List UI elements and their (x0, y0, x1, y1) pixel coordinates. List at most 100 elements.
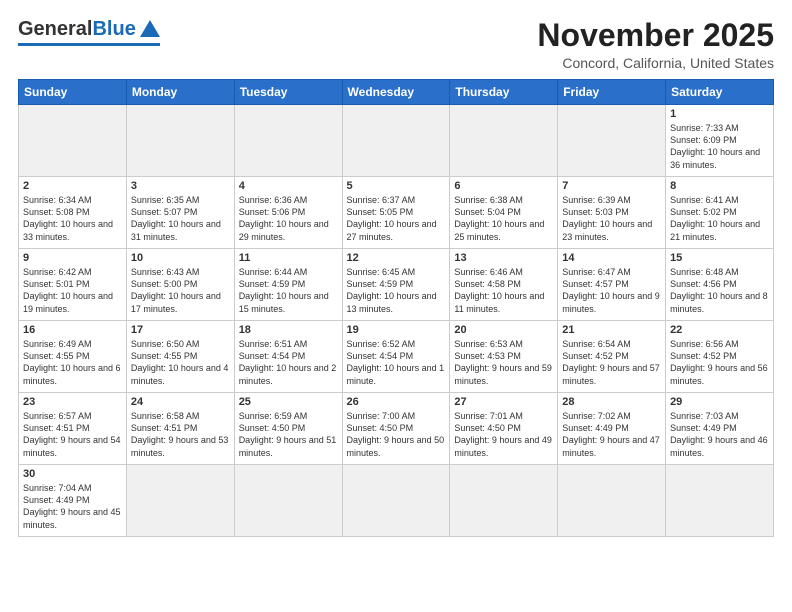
day-number: 5 (347, 180, 446, 192)
calendar-cell (234, 105, 342, 177)
calendar-cell: 4Sunrise: 6:36 AM Sunset: 5:06 PM Daylig… (234, 177, 342, 249)
day-number: 7 (562, 180, 661, 192)
day-info: Sunrise: 6:34 AM Sunset: 5:08 PM Dayligh… (23, 194, 122, 243)
calendar-cell (19, 105, 127, 177)
title-area: November 2025 Concord, California, Unite… (537, 18, 774, 71)
header-area: General Blue November 2025 Concord, Cali… (18, 18, 774, 71)
day-number: 30 (23, 468, 122, 480)
day-info: Sunrise: 6:35 AM Sunset: 5:07 PM Dayligh… (131, 194, 230, 243)
calendar-cell: 29 Sunrise: 7:03 AM Sunset: 4:49 PM Dayli… (666, 393, 774, 465)
calendar-cell: 11Sunrise: 6:44 AM Sunset: 4:59 PM Dayli… (234, 249, 342, 321)
calendar-cell: 22Sunrise: 6:56 AM Sunset: 4:52 PM Dayli… (666, 321, 774, 393)
calendar-cell: 18 Sunrise: 6:51 AM Sunset: 4:54 PM Dayli… (234, 321, 342, 393)
day-info: Sunrise: 7:01 AM Sunset: 4:50 PM Dayligh… (454, 410, 553, 459)
calendar-cell (234, 465, 342, 537)
page: General Blue November 2025 Concord, Cali… (0, 0, 792, 612)
calendar-week-4: 16Sunrise: 6:49 AM Sunset: 4:55 PM Dayli… (19, 321, 774, 393)
calendar-week-3: 9Sunrise: 6:42 AM Sunset: 5:01 PM Daylig… (19, 249, 774, 321)
day-info: Sunrise: 6:39 AM Sunset: 5:03 PM Dayligh… (562, 194, 661, 243)
day-info: Sunrise: 6:41 AM Sunset: 5:02 PM Dayligh… (670, 194, 769, 243)
calendar-cell: 12Sunrise: 6:45 AM Sunset: 4:59 PM Dayli… (342, 249, 450, 321)
day-info: Sunrise: 6:58 AM Sunset: 4:51 PM Dayligh… (131, 410, 230, 459)
day-number: 13 (454, 252, 553, 264)
day-number: 18 (239, 324, 338, 336)
calendar-header-friday: Friday (558, 80, 666, 105)
day-info: Sunrise: 6:52 AM Sunset: 4:54 PM Dayligh… (347, 338, 446, 387)
day-number: 2 (23, 180, 122, 192)
day-number: 1 (670, 108, 769, 120)
calendar-header-sunday: Sunday (19, 80, 127, 105)
calendar-header-monday: Monday (126, 80, 234, 105)
day-number: 17 (131, 324, 230, 336)
day-number: 12 (347, 252, 446, 264)
day-number: 27 (454, 396, 553, 408)
day-number: 24 (131, 396, 230, 408)
day-info: Sunrise: 6:57 AM Sunset: 4:51 PM Dayligh… (23, 410, 122, 459)
calendar-cell: 15 Sunrise: 6:48 AM Sunset: 4:56 PM Dayli… (666, 249, 774, 321)
day-info: Sunrise: 6:53 AM Sunset: 4:53 PM Dayligh… (454, 338, 553, 387)
calendar-cell: 13Sunrise: 6:46 AM Sunset: 4:58 PM Dayli… (450, 249, 558, 321)
day-info: Sunrise: 6:37 AM Sunset: 5:05 PM Dayligh… (347, 194, 446, 243)
calendar-cell (126, 465, 234, 537)
calendar-cell: 30 Sunrise: 7:04 AM Sunset: 4:49 PM Dayli… (19, 465, 127, 537)
day-info: Sunrise: 6:36 AM Sunset: 5:06 PM Dayligh… (239, 194, 338, 243)
calendar-cell: 8Sunrise: 6:41 AM Sunset: 5:02 PM Daylig… (666, 177, 774, 249)
day-number: 26 (347, 396, 446, 408)
calendar-cell: 1Sunrise: 7:33 AM Sunset: 6:09 PM Daylig… (666, 105, 774, 177)
calendar-week-6: 30 Sunrise: 7:04 AM Sunset: 4:49 PM Dayli… (19, 465, 774, 537)
location: Concord, California, United States (537, 55, 774, 71)
day-info: Sunrise: 6:50 AM Sunset: 4:55 PM Dayligh… (131, 338, 230, 387)
calendar-cell: 7 Sunrise: 6:39 AM Sunset: 5:03 PM Daylig… (558, 177, 666, 249)
calendar-cell (342, 105, 450, 177)
calendar-header-row: SundayMondayTuesdayWednesdayThursdayFrid… (19, 80, 774, 105)
day-info: Sunrise: 6:38 AM Sunset: 5:04 PM Dayligh… (454, 194, 553, 243)
day-info: Sunrise: 7:03 AM Sunset: 4:49 PM Dayligh… (670, 410, 769, 459)
day-number: 23 (23, 396, 122, 408)
calendar-cell: 6 Sunrise: 6:38 AM Sunset: 5:04 PM Daylig… (450, 177, 558, 249)
calendar-header-saturday: Saturday (666, 80, 774, 105)
day-info: Sunrise: 6:44 AM Sunset: 4:59 PM Dayligh… (239, 266, 338, 315)
logo-triangle-icon (140, 20, 160, 37)
calendar-week-5: 23 Sunrise: 6:57 AM Sunset: 4:51 PM Dayli… (19, 393, 774, 465)
calendar-cell: 19 Sunrise: 6:52 AM Sunset: 4:54 PM Dayli… (342, 321, 450, 393)
calendar-cell: 21Sunrise: 6:54 AM Sunset: 4:52 PM Dayli… (558, 321, 666, 393)
day-number: 3 (131, 180, 230, 192)
calendar-week-2: 2 Sunrise: 6:34 AM Sunset: 5:08 PM Daylig… (19, 177, 774, 249)
calendar-week-1: 1Sunrise: 7:33 AM Sunset: 6:09 PM Daylig… (19, 105, 774, 177)
calendar-cell: 2 Sunrise: 6:34 AM Sunset: 5:08 PM Daylig… (19, 177, 127, 249)
day-info: Sunrise: 6:47 AM Sunset: 4:57 PM Dayligh… (562, 266, 661, 315)
logo-text: General Blue (18, 18, 160, 41)
calendar-cell: 10 Sunrise: 6:43 AM Sunset: 5:00 PM Dayli… (126, 249, 234, 321)
day-number: 28 (562, 396, 661, 408)
day-info: Sunrise: 6:42 AM Sunset: 5:01 PM Dayligh… (23, 266, 122, 315)
calendar-cell: 24 Sunrise: 6:58 AM Sunset: 4:51 PM Dayli… (126, 393, 234, 465)
logo-blue: Blue (92, 18, 135, 41)
day-number: 20 (454, 324, 553, 336)
calendar-cell: 16Sunrise: 6:49 AM Sunset: 4:55 PM Dayli… (19, 321, 127, 393)
day-number: 22 (670, 324, 769, 336)
day-number: 29 (670, 396, 769, 408)
calendar-cell (558, 465, 666, 537)
logo-general: General (18, 18, 92, 41)
day-info: Sunrise: 7:04 AM Sunset: 4:49 PM Dayligh… (23, 482, 122, 531)
calendar-cell: 17 Sunrise: 6:50 AM Sunset: 4:55 PM Dayli… (126, 321, 234, 393)
day-info: Sunrise: 6:48 AM Sunset: 4:56 PM Dayligh… (670, 266, 769, 315)
day-info: Sunrise: 7:00 AM Sunset: 4:50 PM Dayligh… (347, 410, 446, 459)
day-number: 25 (239, 396, 338, 408)
calendar-cell: 14Sunrise: 6:47 AM Sunset: 4:57 PM Dayli… (558, 249, 666, 321)
calendar-header-thursday: Thursday (450, 80, 558, 105)
day-info: Sunrise: 6:59 AM Sunset: 4:50 PM Dayligh… (239, 410, 338, 459)
calendar-cell: 27 Sunrise: 7:01 AM Sunset: 4:50 PM Dayli… (450, 393, 558, 465)
calendar-cell (126, 105, 234, 177)
day-info: Sunrise: 6:43 AM Sunset: 5:00 PM Dayligh… (131, 266, 230, 315)
day-number: 15 (670, 252, 769, 264)
day-number: 10 (131, 252, 230, 264)
day-number: 21 (562, 324, 661, 336)
day-number: 6 (454, 180, 553, 192)
calendar-cell: 23 Sunrise: 6:57 AM Sunset: 4:51 PM Dayli… (19, 393, 127, 465)
day-info: Sunrise: 6:51 AM Sunset: 4:54 PM Dayligh… (239, 338, 338, 387)
day-info: Sunrise: 7:02 AM Sunset: 4:49 PM Dayligh… (562, 410, 661, 459)
day-number: 19 (347, 324, 446, 336)
calendar-cell (342, 465, 450, 537)
calendar-header-wednesday: Wednesday (342, 80, 450, 105)
